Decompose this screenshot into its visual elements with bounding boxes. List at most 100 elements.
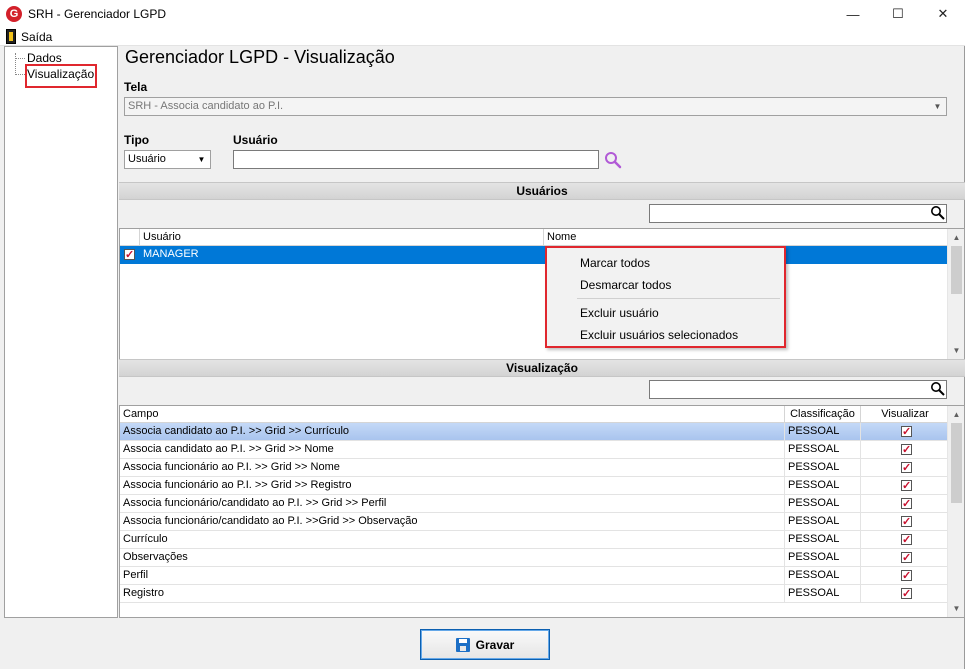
column-header-classificacao[interactable]: Classificação	[785, 406, 861, 423]
cell-campo: Associa funcionário ao P.I. >> Grid >> R…	[120, 477, 785, 495]
scroll-down-icon[interactable]: ▼	[948, 600, 964, 617]
maximize-button[interactable]: ☐	[876, 0, 920, 28]
close-button[interactable]: ✕	[921, 0, 965, 28]
visualizar-checkbox[interactable]	[901, 532, 912, 548]
scroll-up-icon[interactable]: ▲	[948, 229, 964, 246]
tipo-select[interactable]: Usuário ▼	[124, 150, 211, 169]
tipo-label: Tipo	[124, 133, 150, 147]
search-icon[interactable]	[930, 381, 946, 397]
checkbox-column-header[interactable]	[120, 229, 140, 246]
cell-visualizar[interactable]	[861, 423, 949, 441]
scroll-thumb[interactable]	[951, 246, 962, 294]
view-scrollbar[interactable]: ▲ ▼	[947, 406, 964, 617]
visualizar-checkbox[interactable]	[901, 568, 912, 584]
view-section-header: Visualização	[119, 359, 965, 377]
tree-item-dados[interactable]: Dados	[27, 51, 62, 65]
cell-visualizar[interactable]	[861, 459, 949, 477]
menu-item-exit[interactable]: Saída	[21, 30, 52, 44]
cell-usuario: MANAGER	[140, 246, 544, 264]
tree-selection-highlight	[25, 64, 97, 88]
search-icon[interactable]	[603, 150, 623, 170]
context-menu: Marcar todos Desmarcar todos Excluir usu…	[545, 246, 786, 348]
users-scrollbar[interactable]: ▲ ▼	[947, 229, 964, 359]
table-row[interactable]: Associa funcionário ao P.I. >> Grid >> N…	[120, 459, 949, 477]
chevron-down-icon: ▼	[933, 102, 942, 111]
row-checkbox-cell[interactable]	[120, 246, 140, 264]
cell-campo: Associa funcionário/candidato ao P.I. >>…	[120, 513, 785, 531]
cell-classificacao: PESSOAL	[785, 549, 861, 567]
cell-visualizar[interactable]	[861, 567, 949, 585]
visualizar-checkbox[interactable]	[901, 442, 912, 458]
table-row[interactable]: Associa funcionário/candidato ao P.I. >>…	[120, 513, 949, 531]
tree-connector	[15, 74, 25, 75]
scroll-up-icon[interactable]: ▲	[948, 406, 964, 423]
tela-label: Tela	[124, 80, 148, 94]
visualizar-checkbox[interactable]	[901, 496, 912, 512]
tela-select[interactable]: SRH - Associa candidato ao P.I. ▼	[124, 97, 947, 116]
column-header-usuario[interactable]: Usuário	[140, 229, 544, 246]
users-filter-input[interactable]	[649, 204, 947, 223]
visualizar-checkbox[interactable]	[901, 424, 912, 440]
users-grid: Usuário Nome MANAGER ▲ ▼	[119, 228, 965, 360]
users-grid-header: Usuário Nome	[120, 229, 949, 246]
visualizar-checkbox[interactable]	[901, 586, 912, 602]
column-header-campo[interactable]: Campo	[120, 406, 785, 423]
tree-connector	[15, 58, 25, 59]
window-title: SRH - Gerenciador LGPD	[28, 7, 167, 21]
minimize-button[interactable]: —	[831, 0, 875, 28]
visualizar-checkbox[interactable]	[901, 460, 912, 476]
cell-classificacao: PESSOAL	[785, 423, 861, 441]
visualizar-checkbox[interactable]	[901, 478, 912, 494]
table-row[interactable]: Observações PESSOAL	[120, 549, 949, 567]
visualizar-checkbox[interactable]	[901, 514, 912, 530]
cell-campo: Observações	[120, 549, 785, 567]
table-row[interactable]: Associa candidato ao P.I. >> Grid >> Nom…	[120, 441, 949, 459]
cell-classificacao: PESSOAL	[785, 585, 861, 603]
table-row[interactable]: Associa funcionário ao P.I. >> Grid >> R…	[120, 477, 949, 495]
view-filter-input[interactable]	[649, 380, 947, 399]
tela-select-value: SRH - Associa candidato ao P.I.	[128, 100, 284, 112]
exit-door-icon[interactable]	[6, 29, 16, 44]
cell-classificacao: PESSOAL	[785, 441, 861, 459]
search-icon[interactable]	[930, 205, 946, 221]
cell-visualizar[interactable]	[861, 531, 949, 549]
table-row[interactable]: Perfil PESSOAL	[120, 567, 949, 585]
title-bar[interactable]: G SRH - Gerenciador LGPD — ☐ ✕	[0, 0, 965, 28]
menu-item-marcar-todos[interactable]: Marcar todos	[580, 256, 650, 270]
usuario-input[interactable]	[233, 150, 599, 169]
users-section-header: Usuários	[119, 182, 965, 200]
cell-visualizar[interactable]	[861, 513, 949, 531]
cell-campo: Associa funcionário ao P.I. >> Grid >> N…	[120, 459, 785, 477]
column-header-nome[interactable]: Nome	[544, 229, 949, 246]
row-checkbox[interactable]	[124, 247, 135, 263]
table-row[interactable]: MANAGER	[120, 246, 949, 264]
cell-campo: Associa funcionário/candidato ao P.I. >>…	[120, 495, 785, 513]
visualizar-checkbox[interactable]	[901, 550, 912, 566]
cell-classificacao: PESSOAL	[785, 567, 861, 585]
cell-visualizar[interactable]	[861, 549, 949, 567]
scroll-thumb[interactable]	[951, 423, 962, 503]
cell-visualizar[interactable]	[861, 477, 949, 495]
view-grid-header: Campo Classificação Visualizar	[120, 406, 949, 423]
cell-visualizar[interactable]	[861, 495, 949, 513]
cell-campo: Associa candidato ao P.I. >> Grid >> Nom…	[120, 441, 785, 459]
cell-campo: Perfil	[120, 567, 785, 585]
table-row[interactable]: Registro PESSOAL	[120, 585, 949, 603]
table-row[interactable]: Associa funcionário/candidato ao P.I. >>…	[120, 495, 949, 513]
menu-item-excluir-selecionados[interactable]: Excluir usuários selecionados	[580, 328, 738, 342]
save-button[interactable]: Gravar	[420, 629, 550, 660]
menu-item-desmarcar-todos[interactable]: Desmarcar todos	[580, 278, 671, 292]
table-row[interactable]: Associa candidato ao P.I. >> Grid >> Cur…	[120, 423, 949, 441]
menu-item-excluir-usuario[interactable]: Excluir usuário	[580, 306, 659, 320]
cell-campo: Currículo	[120, 531, 785, 549]
cell-visualizar[interactable]	[861, 585, 949, 603]
cell-visualizar[interactable]	[861, 441, 949, 459]
chevron-down-icon: ▼	[197, 155, 206, 164]
table-row[interactable]: Currículo PESSOAL	[120, 531, 949, 549]
menu-bar: Saída	[0, 28, 965, 46]
cell-classificacao: PESSOAL	[785, 495, 861, 513]
page-title: Gerenciador LGPD - Visualização	[125, 47, 395, 67]
scroll-down-icon[interactable]: ▼	[948, 342, 964, 359]
cell-classificacao: PESSOAL	[785, 477, 861, 495]
column-header-visualizar[interactable]: Visualizar	[861, 406, 949, 423]
